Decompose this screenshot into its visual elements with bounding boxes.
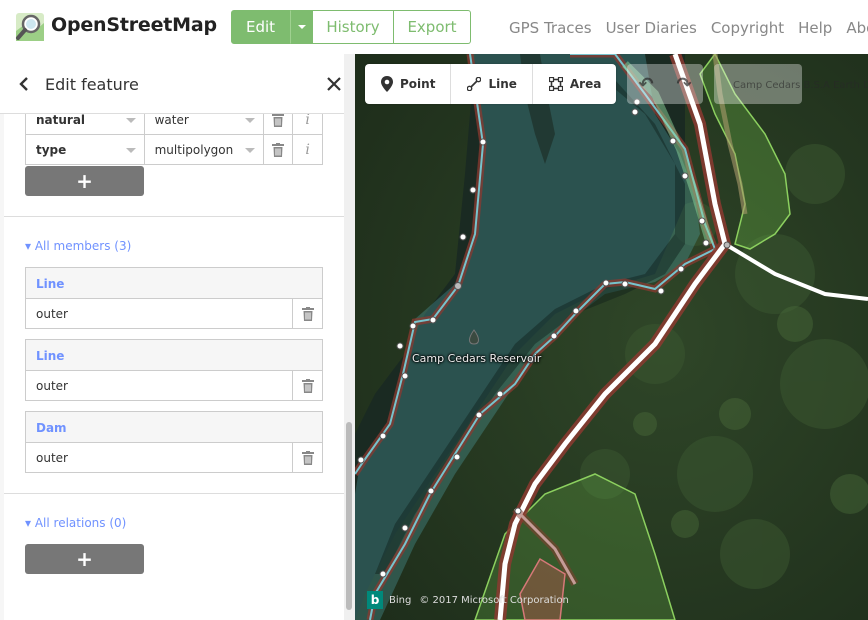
chevron-down-icon — [125, 148, 136, 153]
trash-icon — [301, 450, 314, 465]
map-feature-label: Camp Cedars Reservoir — [412, 352, 542, 365]
back-arrow-icon[interactable] — [17, 75, 31, 93]
info-icon: i — [305, 141, 310, 158]
sidebar-header: Edit feature — [0, 54, 351, 114]
map-canvas[interactable]: Point Line Area ↶ ↷ Camp Cedars B.S.A Ea… — [355, 54, 868, 620]
map-feature-label: Camp Cedars B.S.A Earth Dam — [733, 80, 868, 91]
chevron-down-icon — [245, 118, 256, 123]
chevron-down-icon — [245, 148, 256, 153]
edit-button[interactable]: Edit — [231, 10, 290, 44]
trash-icon — [301, 306, 314, 321]
add-tag-button[interactable]: + — [25, 166, 144, 196]
point-icon — [381, 76, 393, 92]
area-icon — [548, 77, 563, 91]
delete-member-button[interactable] — [292, 299, 322, 328]
openstreetmap-logo-icon[interactable] — [14, 11, 46, 43]
draw-mode-toolbar: Point Line Area — [365, 64, 617, 104]
scrollbar-thumb[interactable] — [346, 422, 352, 610]
edit-dropdown-button[interactable] — [290, 10, 313, 44]
add-line-button[interactable]: Line — [451, 64, 533, 104]
redo-button[interactable]: ↷ — [665, 64, 703, 104]
tag-key-field[interactable]: type — [26, 135, 145, 164]
redo-icon: ↷ — [676, 73, 692, 94]
trash-icon — [301, 378, 314, 393]
feature-editor-sidebar: natural water i type multipolygon i + ▾ … — [0, 54, 355, 620]
member-item: Line outer — [25, 267, 323, 329]
add-point-button[interactable]: Point — [365, 64, 452, 104]
sidebar-title: Edit feature — [45, 75, 139, 94]
tag-row: type multipolygon i — [25, 134, 323, 165]
undo-icon: ↶ — [638, 73, 654, 94]
imagery-attribution: b Bing © 2017 Microsoft Corporation — [367, 591, 569, 609]
nav-link-gps-traces[interactable]: GPS Traces — [509, 19, 592, 37]
divider — [4, 216, 344, 217]
member-role-input[interactable]: outer — [26, 371, 292, 400]
line-icon — [467, 77, 482, 91]
nav-link-about[interactable]: Abou — [846, 19, 868, 37]
attribution-text: © 2017 Microsoft Corporation — [419, 594, 569, 606]
member-role-input[interactable]: outer — [26, 299, 292, 328]
tag-value-field[interactable]: multipolygon — [145, 135, 265, 164]
nav-link-help[interactable]: Help — [798, 19, 832, 37]
nav-link-user-diaries[interactable]: User Diaries — [606, 19, 697, 37]
nav-link-copyright[interactable]: Copyright — [711, 19, 784, 37]
add-area-button[interactable]: Area — [533, 64, 616, 104]
member-item: Dam outer — [25, 411, 323, 473]
delete-member-button[interactable] — [292, 443, 322, 472]
member-type-link[interactable]: Line — [26, 340, 322, 371]
trash-icon — [272, 112, 285, 127]
chevron-down-icon — [297, 25, 306, 29]
main-action-group: Edit History Export — [231, 10, 471, 44]
site-title[interactable]: OpenStreetMap — [51, 14, 217, 36]
undo-redo-group: ↶ ↷ — [627, 64, 703, 104]
export-button[interactable]: Export — [394, 10, 471, 44]
relations-section-toggle[interactable]: ▾ All relations (0) — [25, 516, 126, 530]
close-icon[interactable] — [326, 76, 342, 92]
member-role-input[interactable]: outer — [26, 443, 292, 472]
history-button[interactable]: History — [313, 10, 394, 44]
aerial-imagery — [355, 54, 868, 620]
chevron-down-icon — [125, 118, 136, 123]
top-navigation: OpenStreetMap Edit History Export GPS Tr… — [0, 0, 868, 54]
divider — [4, 493, 344, 494]
add-relation-button[interactable]: + — [25, 544, 144, 574]
delete-tag-button[interactable] — [264, 135, 294, 164]
members-section-toggle[interactable]: ▾ All members (3) — [25, 239, 131, 253]
delete-member-button[interactable] — [292, 371, 322, 400]
undo-button[interactable]: ↶ — [627, 64, 665, 104]
trash-icon — [272, 142, 285, 157]
member-type-link[interactable]: Dam — [26, 412, 322, 443]
attribution-provider[interactable]: Bing — [389, 595, 411, 606]
secondary-nav: GPS Traces User Diaries Copyright Help A… — [509, 19, 868, 37]
member-item: Line outer — [25, 339, 323, 401]
bing-logo-icon: b — [367, 591, 383, 609]
tag-info-button[interactable]: i — [293, 135, 322, 164]
member-type-link[interactable]: Line — [26, 268, 322, 299]
